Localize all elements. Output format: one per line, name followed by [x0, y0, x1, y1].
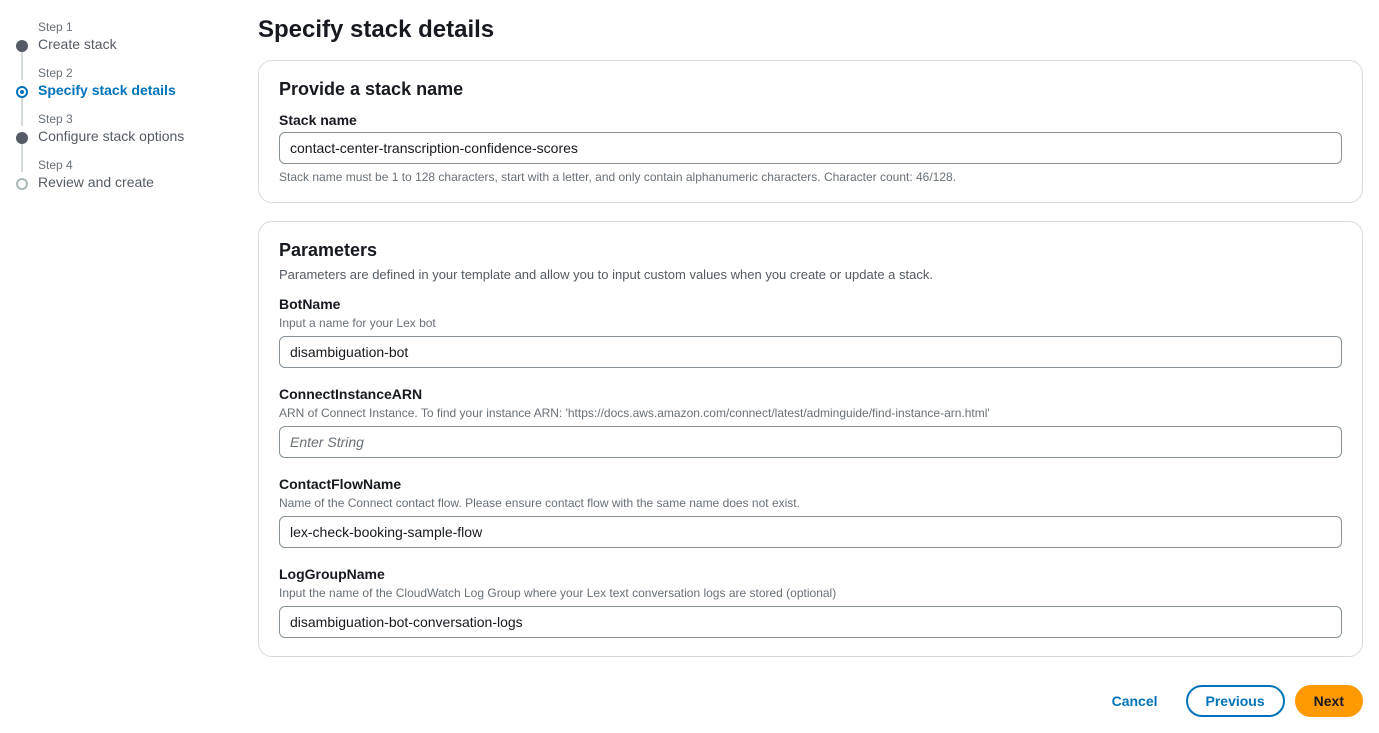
contact-flow-name-field: ContactFlowName Name of the Connect cont…	[279, 476, 1342, 548]
wizard-step-num: Step 2	[38, 66, 226, 80]
connect-instance-arn-hint: ARN of Connect Instance. To find your in…	[279, 406, 1342, 420]
log-group-name-input[interactable]	[279, 606, 1342, 638]
wizard-step-create-stack[interactable]: Step 1 Create stack	[16, 20, 226, 66]
step-indicator-icon	[16, 40, 28, 52]
previous-button[interactable]: Previous	[1186, 685, 1285, 717]
connect-instance-arn-field: ConnectInstanceARN ARN of Connect Instan…	[279, 386, 1342, 458]
contact-flow-name-hint: Name of the Connect contact flow. Please…	[279, 496, 1342, 510]
next-button[interactable]: Next	[1295, 685, 1363, 717]
step-indicator-icon	[16, 86, 28, 98]
log-group-name-hint: Input the name of the CloudWatch Log Gro…	[279, 586, 1342, 600]
connect-instance-arn-label: ConnectInstanceARN	[279, 386, 1342, 402]
wizard-step-review[interactable]: Step 4 Review and create	[16, 158, 226, 190]
page-title: Specify stack details	[258, 16, 1363, 44]
wizard-step-title: Specify stack details	[38, 82, 176, 98]
wizard-step-num: Step 4	[38, 158, 226, 172]
botname-field: BotName Input a name for your Lex bot	[279, 296, 1342, 368]
stack-name-constraint: Stack name must be 1 to 128 characters, …	[279, 170, 1342, 184]
main-content: Specify stack details Provide a stack na…	[258, 16, 1363, 717]
wizard-step-specify-details[interactable]: Step 2 Specify stack details	[16, 66, 226, 112]
stack-name-field: Stack name Stack name must be 1 to 128 c…	[279, 112, 1342, 184]
botname-hint: Input a name for your Lex bot	[279, 316, 1342, 330]
parameters-panel-title: Parameters	[279, 240, 1342, 261]
parameters-panel: Parameters Parameters are defined in you…	[258, 221, 1363, 657]
wizard-step-title: Review and create	[38, 174, 154, 190]
contact-flow-name-input[interactable]	[279, 516, 1342, 548]
connect-instance-arn-input[interactable]	[279, 426, 1342, 458]
log-group-name-label: LogGroupName	[279, 566, 1342, 582]
wizard-nav: Step 1 Create stack Step 2 Specify stack…	[16, 16, 226, 717]
wizard-step-num: Step 3	[38, 112, 226, 126]
log-group-name-field: LogGroupName Input the name of the Cloud…	[279, 566, 1342, 638]
stack-name-label: Stack name	[279, 112, 1342, 128]
parameters-subtext: Parameters are defined in your template …	[279, 267, 1342, 282]
wizard-step-num: Step 1	[38, 20, 226, 34]
botname-input[interactable]	[279, 336, 1342, 368]
step-indicator-icon	[16, 178, 28, 190]
wizard-footer: Cancel Previous Next	[258, 675, 1363, 717]
stack-name-panel-title: Provide a stack name	[279, 79, 1342, 100]
wizard-step-title: Create stack	[38, 36, 117, 52]
step-indicator-icon	[16, 132, 28, 144]
stack-name-input[interactable]	[279, 132, 1342, 164]
contact-flow-name-label: ContactFlowName	[279, 476, 1342, 492]
wizard-step-title: Configure stack options	[38, 128, 184, 144]
wizard-step-configure-options[interactable]: Step 3 Configure stack options	[16, 112, 226, 158]
botname-label: BotName	[279, 296, 1342, 312]
stack-name-panel: Provide a stack name Stack name Stack na…	[258, 60, 1363, 203]
cancel-button[interactable]: Cancel	[1094, 685, 1176, 717]
